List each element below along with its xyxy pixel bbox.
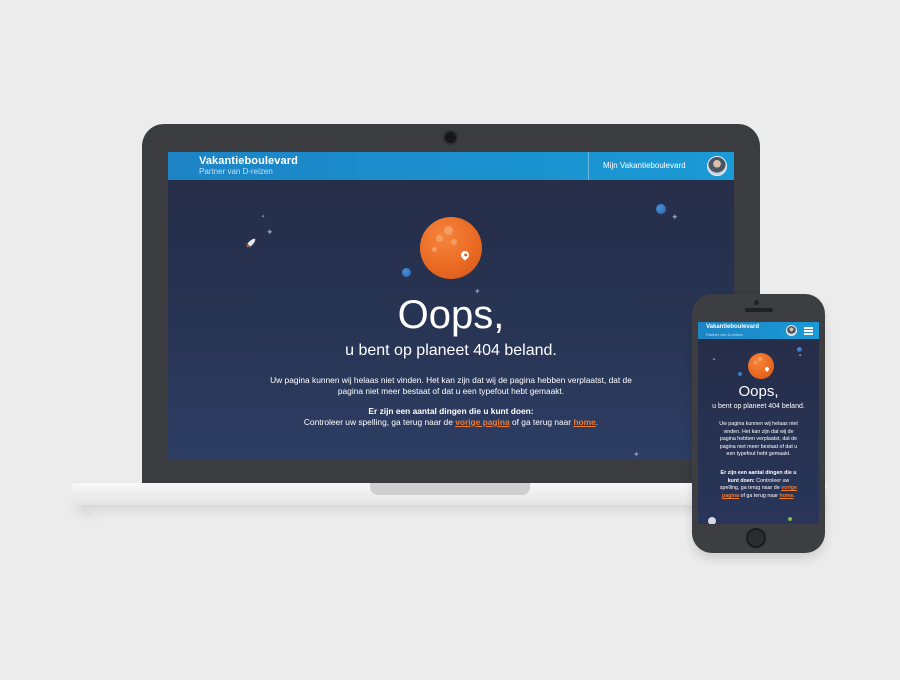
brand-tagline: Partner van D-reizen [199, 167, 273, 176]
phone-home-button[interactable] [746, 528, 766, 548]
mobile-error-description: Uw pagina kunnen wij helaas niet vinden.… [698, 421, 819, 459]
phone-screen: Vakantieboulevard Partner van D-reizen ✦… [698, 322, 819, 524]
moon-icon [708, 517, 716, 524]
laptop-screen: Vakantieboulevard Partner van D-reizen M… [168, 152, 734, 460]
options-suffix: . [793, 492, 796, 499]
mobile-error-subheadline: u bent op planeet 404 beland. [712, 403, 805, 410]
previous-page-link[interactable]: vorige [781, 485, 797, 491]
avatar-icon[interactable] [786, 325, 797, 336]
mobile-brand-logo[interactable]: Vakantieboulevard [706, 324, 759, 330]
mobile-options-heading: Er zijn een aantal dingen die u [720, 470, 797, 476]
description-line: Uw pagina kunnen wij helaas niet vinden.… [270, 375, 632, 385]
description-line: vinden. Het kan zijn dat wij de [723, 428, 794, 435]
description-line: Uw pagina kunnen wij helaas niet [719, 421, 798, 427]
moon-icon [797, 347, 802, 352]
previous-page-link[interactable]: vorige pagina [455, 417, 509, 427]
options-middle: of ga terug naar [740, 492, 778, 499]
planet-icon [748, 353, 774, 379]
moon-icon [402, 268, 411, 277]
description-line: pagina hebben verplaatst, dat de [719, 436, 798, 443]
star-icon: ✦ [798, 353, 803, 359]
star-icon: ✦ [266, 227, 274, 237]
rocket-icon [244, 238, 256, 250]
previous-page-link[interactable]: pagina [722, 493, 739, 499]
options-text: spelling, ga terug naar de [719, 485, 780, 492]
description-line: pagina niet meer bestaat of dat u een ty… [337, 386, 565, 396]
location-pin-icon [459, 249, 471, 261]
hamburger-menu-icon[interactable] [804, 326, 813, 337]
site-header: Vakantieboulevard Partner van D-reizen M… [168, 152, 734, 180]
star-icon: ✦ [671, 212, 679, 222]
error-subheadline: u bent op planeet 404 beland. [345, 342, 557, 359]
account-label[interactable]: Mijn Vakantieboulevard [603, 161, 686, 170]
options-text: Controleer uw [756, 477, 790, 484]
laptop-camera [445, 132, 456, 143]
location-pin-icon [764, 366, 770, 372]
planet-icon [420, 217, 482, 279]
moon-icon [788, 517, 792, 521]
options-text: Controleer uw spelling, ga terug naar de… [168, 417, 734, 427]
options-middle: of ga terug naar [511, 417, 572, 427]
star-icon: ✦ [633, 450, 640, 459]
mobile-header: Vakantieboulevard Partner van D-reizen [698, 322, 819, 339]
avatar-icon[interactable] [707, 156, 727, 176]
description-line: een typefout hebt gemaakt. [726, 451, 791, 458]
star-icon: ✦ [712, 357, 717, 363]
phone-camera [754, 300, 759, 305]
mobile-options-heading: kunt doen: [727, 477, 755, 484]
error-description: Uw pagina kunnen wij helaas niet vinden.… [168, 375, 734, 397]
laptop-notch [370, 483, 530, 495]
options-suffix: . [595, 417, 599, 427]
phone-speaker [745, 308, 773, 312]
description-line: pagina niet meer bestaat of dat u [719, 443, 798, 450]
error-headline: Oops, [397, 293, 505, 337]
home-link[interactable]: home [573, 417, 595, 427]
moon-icon [738, 372, 742, 376]
account-menu[interactable]: Mijn Vakantieboulevard [588, 152, 734, 180]
home-link[interactable]: home [779, 493, 793, 499]
brand-logo[interactable]: Vakantieboulevard [199, 155, 298, 167]
star-icon: ✦ [261, 214, 266, 220]
moon-icon [656, 204, 666, 214]
options-prefix: Controleer uw spelling, ga terug naar de [303, 417, 453, 427]
options-heading: Er zijn een aantal dingen die u kunt doe… [368, 406, 534, 416]
mobile-options: Er zijn een aantal dingen die u kunt doe… [698, 470, 819, 500]
mobile-brand-tagline: Partner van D-reizen [706, 331, 743, 337]
mobile-error-headline: Oops, [738, 383, 779, 400]
